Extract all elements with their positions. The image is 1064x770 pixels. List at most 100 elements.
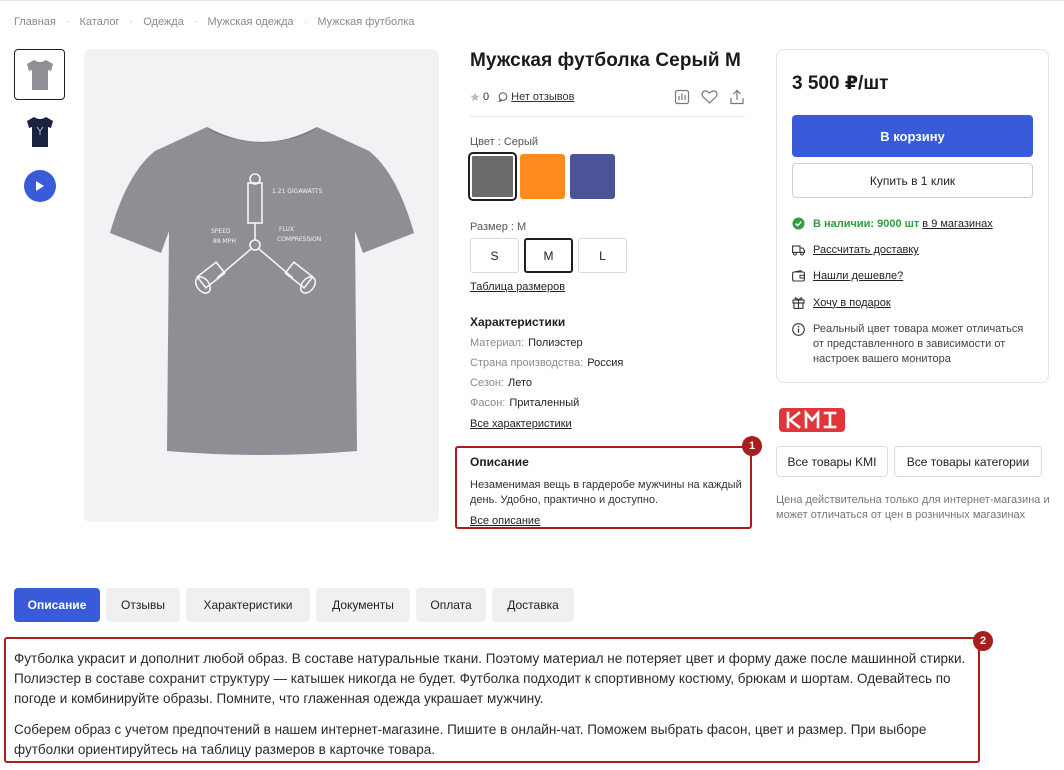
size-button-l[interactable]: L	[578, 238, 627, 273]
info-icon	[792, 323, 805, 336]
color-disclaimer: Реальный цвет товара может отличаться от…	[792, 322, 1033, 367]
svg-text:SPEED: SPEED	[211, 228, 231, 235]
all-characteristics-link[interactable]: Все характеристики	[470, 418, 572, 430]
truck-icon	[792, 245, 805, 256]
size-label: Размер : M	[470, 221, 527, 233]
short-description-section: Описание Незаменимая вещь в гардеробе му…	[455, 446, 752, 529]
annotation-badge-1: 1	[742, 436, 762, 456]
buy-box: 3 500 ₽/шт В корзину Купить в 1 клик В н…	[776, 49, 1049, 383]
heart-icon[interactable]	[701, 89, 718, 105]
top-divider	[0, 0, 1064, 1]
breadcrumb-catalog[interactable]: Каталог	[80, 16, 120, 28]
characteristic-key: Сезон:	[470, 377, 504, 389]
stock-count: В наличии: 9000 шт	[813, 217, 920, 230]
size-button-m[interactable]: M	[524, 238, 573, 273]
cheaper-row[interactable]: Нашли дешевле?	[792, 270, 1033, 282]
color-swatch-orange[interactable]	[520, 154, 565, 199]
thumbnail-grey-tshirt[interactable]	[14, 49, 65, 100]
svg-text:COMPRESSION: COMPRESSION	[277, 236, 321, 243]
product-meta: 0 Нет отзывов	[470, 88, 745, 106]
breadcrumb-clothing[interactable]: Одежда	[143, 16, 184, 28]
tshirt-navy-icon	[26, 116, 53, 147]
characteristic-row: Сезон: Лето	[470, 377, 745, 389]
compare-icon[interactable]	[674, 89, 690, 105]
rating[interactable]: 0	[470, 91, 489, 103]
characteristic-value: Лето	[508, 377, 533, 389]
annotation-badge-2: 2	[973, 631, 993, 651]
play-icon	[36, 181, 44, 191]
description-paragraph: Футболка украсит и дополнит любой образ.…	[14, 651, 966, 706]
breadcrumb-home[interactable]: Главная	[14, 16, 56, 28]
tab-documents[interactable]: Документы	[316, 588, 410, 622]
gift-link[interactable]: Хочу в подарок	[813, 297, 891, 309]
color-swatch-blue[interactable]	[570, 154, 615, 199]
breadcrumb-separator: ·	[303, 16, 308, 28]
short-description-title: Описание	[470, 455, 529, 469]
delivery-link[interactable]: Рассчитать доставку	[813, 244, 919, 256]
tab-reviews[interactable]: Отзывы	[106, 588, 180, 622]
characteristic-row: Фасон: Приталенный	[470, 397, 745, 409]
star-icon	[470, 92, 480, 102]
characteristic-value: Приталенный	[509, 397, 580, 409]
breadcrumb-mens-clothing[interactable]: Мужская одежда	[208, 16, 294, 28]
characteristic-value: Полиэстер	[528, 337, 583, 349]
breadcrumb-separator: ·	[193, 16, 198, 28]
brand-logo[interactable]	[779, 408, 845, 437]
short-description-text: Незаменимая вещь в гардеробе мужчины на …	[470, 479, 742, 506]
characteristics-title: Характеристики	[470, 315, 566, 329]
size-options: S M L	[470, 238, 745, 273]
price: 3 500 ₽/шт	[792, 73, 889, 94]
product-actions	[674, 89, 745, 105]
svg-text:1.21 GIGAWATTS: 1.21 GIGAWATTS	[272, 188, 323, 195]
gift-row[interactable]: Хочу в подарок	[792, 296, 1033, 309]
all-brand-products-button[interactable]: Все товары KMI	[776, 446, 888, 477]
svg-text:FLUX: FLUX	[279, 226, 294, 233]
svg-text:88 MPH: 88 MPH	[213, 238, 236, 245]
color-swatch-grey[interactable]	[468, 152, 517, 201]
rating-value: 0	[483, 91, 490, 103]
breadcrumb-current: Мужская футболка	[317, 16, 415, 28]
share-icon[interactable]	[729, 89, 745, 105]
kmi-logo	[779, 408, 845, 432]
characteristic-key: Фасон:	[470, 397, 506, 409]
wallet-icon	[792, 270, 805, 282]
tab-payment[interactable]: Оплата	[416, 588, 486, 622]
all-category-products-button[interactable]: Все товары категории	[894, 446, 1042, 477]
color-swatches	[468, 152, 745, 201]
size-table-link[interactable]: Таблица размеров	[470, 281, 565, 293]
delivery-row[interactable]: Рассчитать доставку	[792, 244, 1033, 256]
found-cheaper-link[interactable]: Нашли дешевле?	[813, 270, 903, 282]
thumbnail-list	[14, 49, 66, 202]
video-play-button[interactable]	[24, 170, 56, 202]
stock-status: В наличии: 9000 шт в 9 магазинах	[792, 217, 1033, 230]
characteristic-row: Материал: Полиэстер	[470, 337, 745, 349]
thumbnail-navy-tshirt[interactable]	[14, 106, 65, 157]
product-title: Мужская футболка Серый M	[470, 50, 741, 71]
characteristic-row: Страна производства: Россия	[470, 357, 745, 369]
tab-delivery[interactable]: Доставка	[492, 588, 574, 622]
all-description-link[interactable]: Все описание	[470, 515, 540, 527]
color-disclaimer-text: Реальный цвет товара может отличаться от…	[813, 323, 1024, 365]
characteristic-value: Россия	[587, 357, 624, 369]
size-button-s[interactable]: S	[470, 238, 519, 273]
tshirt-illustration: 1.21 GIGAWATTS FLUX COMPRESSION SPEED 88…	[109, 127, 414, 455]
brand-buttons: Все товары KMI Все товары категории	[776, 446, 1042, 477]
reviews-link[interactable]: Нет отзывов	[498, 91, 574, 103]
breadcrumb-separator: ·	[129, 16, 134, 28]
check-circle-icon	[792, 217, 805, 230]
description-paragraph: Соберем образ с учетом предпочтений в на…	[14, 722, 927, 757]
add-to-cart-button[interactable]: В корзину	[792, 115, 1033, 157]
buy-one-click-button[interactable]: Купить в 1 клик	[792, 163, 1033, 198]
color-label: Цвет : Серый	[470, 136, 539, 148]
stock-stores-link[interactable]: в 9 магазинах	[922, 218, 992, 230]
gift-icon	[792, 297, 805, 309]
comment-icon	[498, 92, 508, 102]
tab-characteristics[interactable]: Характеристики	[186, 588, 310, 622]
full-description-section: Футболка украсит и дополнит любой образ.…	[4, 637, 980, 763]
reviews-label: Нет отзывов	[511, 91, 575, 103]
breadcrumb-separator: ·	[65, 16, 70, 28]
product-main-image[interactable]: 1.21 GIGAWATTS FLUX COMPRESSION SPEED 88…	[84, 49, 439, 522]
characteristic-key: Материал:	[470, 337, 525, 349]
tab-description[interactable]: Описание	[14, 588, 100, 622]
characteristic-key: Страна производства:	[470, 357, 584, 369]
